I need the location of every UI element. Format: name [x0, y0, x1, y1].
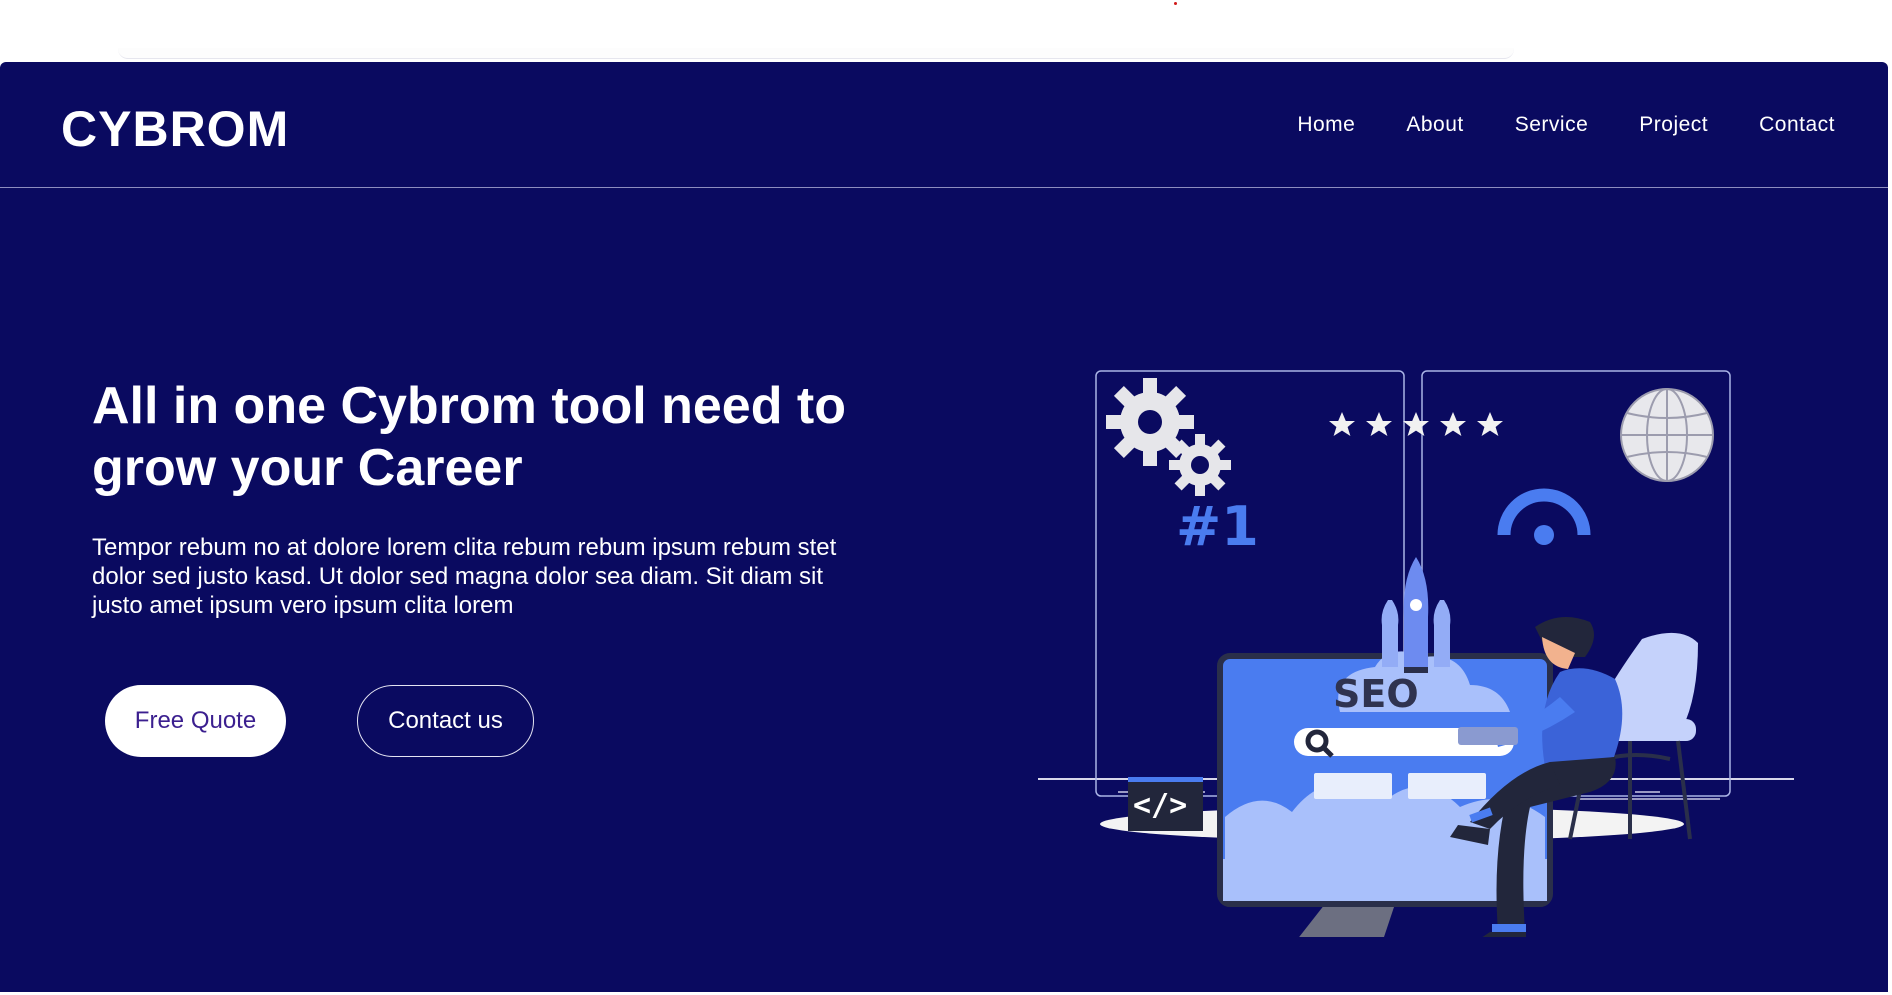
gear-icon: [1106, 378, 1231, 496]
nav-about[interactable]: About: [1406, 113, 1463, 137]
nav-service[interactable]: Service: [1515, 113, 1589, 137]
hero-page: CYBROM Home About Service Project Contac…: [0, 62, 1888, 992]
main-nav: Home About Service Project Contact: [1297, 113, 1835, 137]
red-dot: [1174, 2, 1177, 5]
hero-title: All in one Cybrom tool need to grow your…: [92, 377, 846, 497]
top-strip: [118, 48, 1514, 59]
signal-icon: [1497, 488, 1591, 545]
globe-icon: [1620, 388, 1714, 482]
nav-project[interactable]: Project: [1639, 113, 1708, 137]
free-quote-button[interactable]: Free Quote: [105, 685, 286, 757]
nav-contact[interactable]: Contact: [1759, 113, 1835, 137]
seo-illustration: #1 </> SEO: [1038, 370, 1794, 937]
seo-label: SEO: [1333, 672, 1419, 716]
hero-description: Tempor rebum no at dolore lorem clita re…: [92, 534, 837, 619]
nav-home[interactable]: Home: [1297, 113, 1355, 137]
brand-logo[interactable]: CYBROM: [61, 104, 289, 154]
navbar: CYBROM Home About Service Project Contac…: [0, 62, 1888, 188]
code-label: </>: [1133, 788, 1187, 823]
contact-us-button[interactable]: Contact us: [357, 685, 534, 757]
rating-stars: [1329, 412, 1503, 436]
browser-top-area: [0, 0, 1892, 62]
rank-label: #1: [1176, 495, 1259, 558]
rocket-icon: [1381, 557, 1451, 673]
right-gutter: [1888, 62, 1892, 995]
monitor-stand: [1299, 904, 1395, 937]
